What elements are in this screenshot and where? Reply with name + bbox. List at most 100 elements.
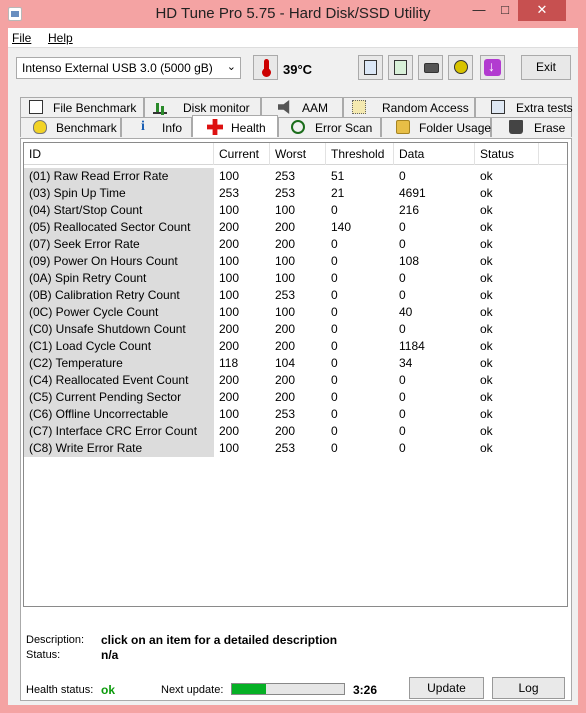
cell-worst: 253 xyxy=(275,169,296,183)
column-header-threshold[interactable]: Threshold xyxy=(326,143,394,165)
table-row[interactable]: (09) Power On Hours Count 100 100 0 108 ok xyxy=(24,253,567,270)
column-header-worst[interactable]: Worst xyxy=(270,143,326,165)
cell-worst: 100 xyxy=(275,203,296,217)
cell-id: (0A) Spin Retry Count xyxy=(24,270,214,287)
cell-threshold: 0 xyxy=(331,305,338,319)
maximize-button[interactable]: □ xyxy=(492,0,518,21)
status-value: n/a xyxy=(101,648,119,662)
cell-status: ok xyxy=(480,424,493,438)
cell-worst: 104 xyxy=(275,356,296,370)
cell-id: (09) Power On Hours Count xyxy=(24,253,214,270)
table-row[interactable]: (C5) Current Pending Sector 200 200 0 0 ok xyxy=(24,389,567,406)
minimize-button[interactable]: — xyxy=(466,0,492,21)
info-icon: i xyxy=(141,119,145,134)
tab-folder-usage[interactable]: Folder Usage xyxy=(381,117,491,137)
cell-data: 34 xyxy=(399,356,413,370)
cell-threshold: 140 xyxy=(331,220,352,234)
update-button[interactable]: Update xyxy=(409,677,484,699)
table-row[interactable]: (03) Spin Up Time 253 253 21 4691 ok xyxy=(24,185,567,202)
menu-help[interactable]: Help xyxy=(48,31,73,45)
download-arrow-icon xyxy=(484,58,501,76)
table-row[interactable]: (C8) Write Error Rate 100 253 0 0 ok xyxy=(24,440,567,457)
tab-benchmark[interactable]: Benchmark xyxy=(20,117,121,137)
menu-file[interactable]: File xyxy=(12,31,31,45)
cell-worst: 253 xyxy=(275,186,296,200)
client-area: File Help Intenso External USB 3.0 (5000… xyxy=(8,28,578,705)
column-header-data[interactable]: Data xyxy=(394,143,475,165)
table-row[interactable]: (C1) Load Cycle Count 200 200 0 1184 ok xyxy=(24,338,567,355)
cell-data: 0 xyxy=(399,220,406,234)
cell-id: (C7) Interface CRC Error Count xyxy=(24,423,214,440)
tab-label: File Benchmark xyxy=(53,101,137,115)
tab-error-scan[interactable]: Error Scan xyxy=(278,117,381,137)
cell-data: 0 xyxy=(399,237,406,251)
options-button[interactable] xyxy=(448,55,473,80)
cell-data: 108 xyxy=(399,254,420,268)
bar-chart-icon xyxy=(153,100,167,114)
tab-label: Extra tests xyxy=(516,101,573,115)
cell-threshold: 0 xyxy=(331,254,338,268)
table-row[interactable]: (04) Start/Stop Count 100 100 0 216 ok xyxy=(24,202,567,219)
cell-worst: 200 xyxy=(275,390,296,404)
table-row[interactable]: (01) Raw Read Error Rate 100 253 51 0 ok xyxy=(24,168,567,185)
tab-aam[interactable]: AAM xyxy=(261,97,343,117)
temperature-button[interactable] xyxy=(253,55,278,80)
close-button[interactable]: ✕ xyxy=(518,0,566,21)
table-row[interactable]: (C0) Unsafe Shutdown Count 200 200 0 0 ok xyxy=(24,321,567,338)
cell-data: 0 xyxy=(399,373,406,387)
cell-worst: 100 xyxy=(275,271,296,285)
table-row[interactable]: (C6) Offline Uncorrectable 100 253 0 0 ok xyxy=(24,406,567,423)
cell-current: 200 xyxy=(219,220,240,234)
cell-id: (03) Spin Up Time xyxy=(24,185,214,202)
table-row[interactable]: (C4) Reallocated Event Count 200 200 0 0 ok xyxy=(24,372,567,389)
table-row[interactable]: (07) Seek Error Rate 200 200 0 0 ok xyxy=(24,236,567,253)
cell-data: 0 xyxy=(399,322,406,336)
table-row[interactable]: (C7) Interface CRC Error Count 200 200 0 0 ok xyxy=(24,423,567,440)
table-row[interactable]: (05) Reallocated Sector Count 200 200 140 0 o… xyxy=(24,219,567,236)
smart-attributes-list[interactable]: ID Current Worst Threshold Data Status (… xyxy=(23,142,568,607)
tab-info[interactable]: i Info xyxy=(121,117,192,137)
tab-file-benchmark[interactable]: File Benchmark xyxy=(20,97,144,117)
cell-worst: 100 xyxy=(275,305,296,319)
cell-threshold: 0 xyxy=(331,322,338,336)
cell-threshold: 0 xyxy=(331,373,338,387)
copy-info-icon xyxy=(394,60,407,75)
description-value: click on an item for a detailed descript… xyxy=(101,633,338,647)
cell-status: ok xyxy=(480,407,493,421)
copy-text-button[interactable] xyxy=(358,55,383,80)
cell-status: ok xyxy=(480,441,493,455)
download-button[interactable] xyxy=(480,55,505,80)
cell-id: (C5) Current Pending Sector xyxy=(24,389,214,406)
tab-health[interactable]: Health xyxy=(192,115,278,137)
table-row[interactable]: (0B) Calibration Retry Count 100 253 0 0 ok xyxy=(24,287,567,304)
table-row[interactable]: (0A) Spin Retry Count 100 100 0 0 ok xyxy=(24,270,567,287)
column-header-status[interactable]: Status xyxy=(475,143,539,165)
tab-random-access[interactable]: Random Access xyxy=(343,97,475,117)
cell-data: 0 xyxy=(399,169,406,183)
table-row[interactable]: (C2) Temperature 118 104 0 34 ok xyxy=(24,355,567,372)
health-status-label: Health status: xyxy=(26,684,94,696)
next-update-label: Next update: xyxy=(161,684,224,696)
screenshot-button[interactable] xyxy=(418,55,443,80)
trash-icon xyxy=(509,120,523,134)
column-header-id[interactable]: ID xyxy=(24,143,214,165)
cell-current: 200 xyxy=(219,237,240,251)
table-row[interactable]: (0C) Power Cycle Count 100 100 0 40 ok xyxy=(24,304,567,321)
cell-status: ok xyxy=(480,288,493,302)
cell-id: (C1) Load Cycle Count xyxy=(24,338,214,355)
tab-extra-tests[interactable]: Extra tests xyxy=(475,97,573,117)
description-label: Description: xyxy=(26,634,85,646)
column-header-current[interactable]: Current xyxy=(214,143,270,165)
tab-label: AAM xyxy=(302,101,329,115)
log-button[interactable]: Log xyxy=(492,677,565,699)
copy-info-button[interactable] xyxy=(388,55,413,80)
cell-status: ok xyxy=(480,271,493,285)
list-header: ID Current Worst Threshold Data Status xyxy=(24,143,567,165)
tab-disk-monitor[interactable]: Disk monitor xyxy=(144,97,261,117)
status-label: Status: xyxy=(26,649,61,661)
exit-button[interactable]: Exit xyxy=(521,55,571,80)
cell-threshold: 0 xyxy=(331,390,338,404)
drive-select[interactable]: Intenso External USB 3.0 (5000 gB) ⌄ xyxy=(16,57,241,79)
tab-erase[interactable]: Erase xyxy=(491,117,572,137)
progress-fill xyxy=(232,684,266,694)
